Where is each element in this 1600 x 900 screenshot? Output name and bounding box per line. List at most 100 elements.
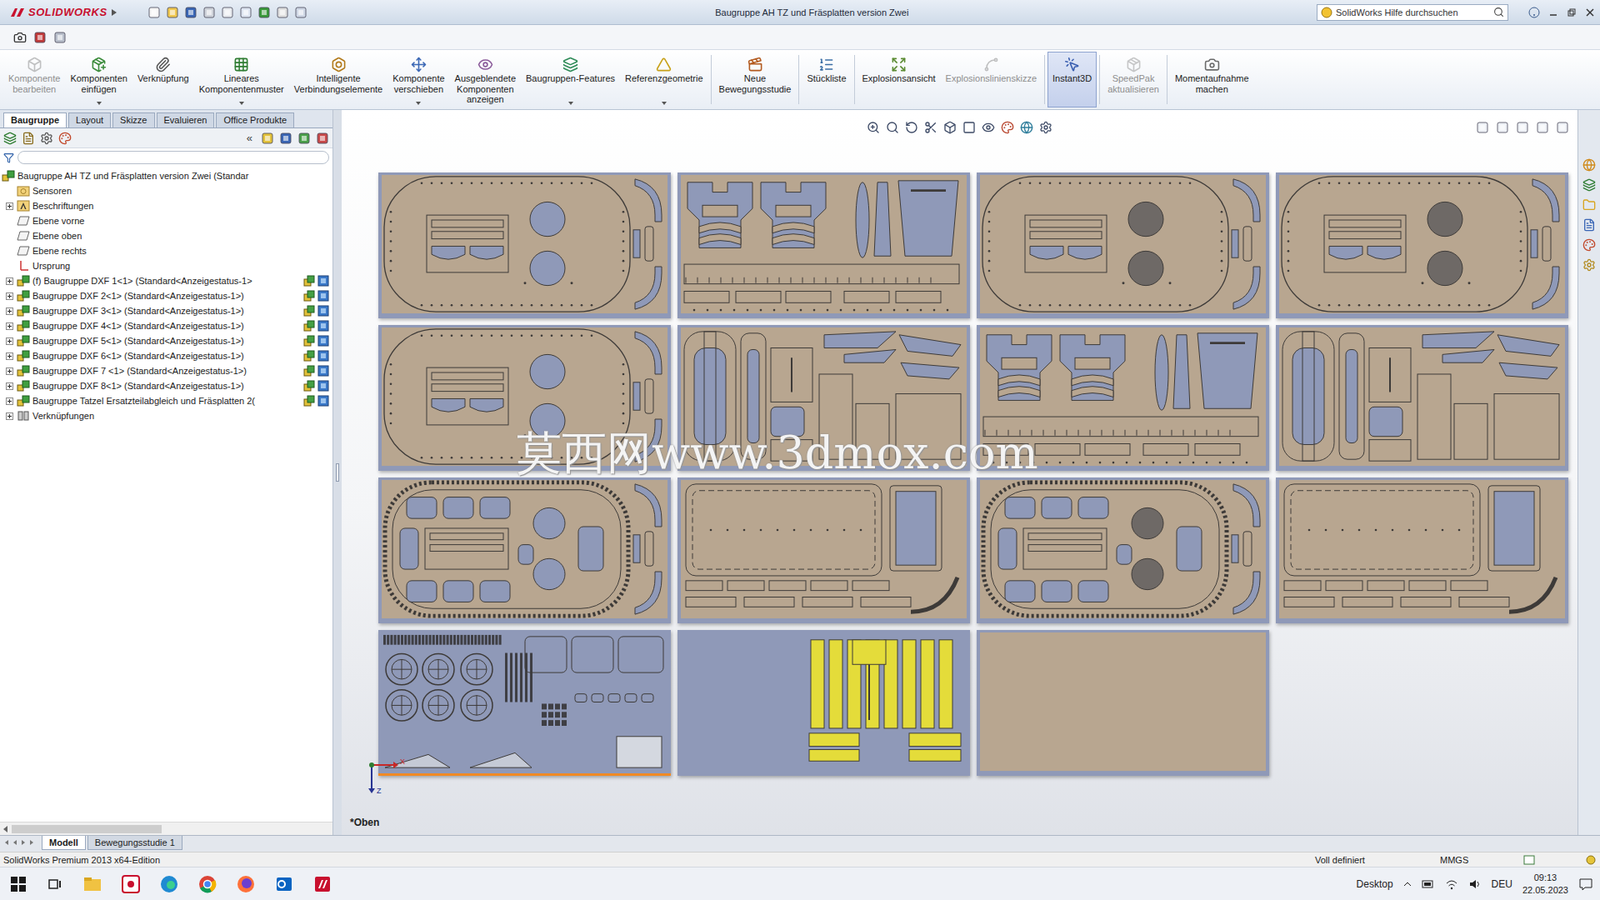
display-style-icon[interactable] [962, 120, 976, 135]
appearance-state-icon[interactable] [317, 290, 330, 302]
tree-item[interactable]: Beschriftungen [0, 198, 333, 214]
tree-item[interactable]: Ebene oben [0, 228, 333, 244]
outlook-app-icon[interactable] [275, 875, 294, 894]
collapse-button[interactable]: « [243, 131, 256, 145]
command-tab[interactable]: Skizze [112, 112, 155, 128]
nesting-sheet[interactable] [677, 172, 970, 319]
view-assembly-icon[interactable] [260, 131, 275, 145]
tree-expander[interactable] [5, 381, 15, 391]
nesting-sheet[interactable] [378, 325, 671, 471]
help-search-field[interactable]: SolidWorks Hilfe durchsuchen [1316, 4, 1509, 21]
tree-item[interactable]: Sensoren [0, 183, 333, 199]
appearance-state-icon[interactable] [317, 320, 330, 332]
display-mode-icon[interactable] [303, 380, 315, 392]
save-icon[interactable] [184, 5, 198, 20]
tree-expander[interactable] [5, 396, 15, 406]
display-mode-icon[interactable] [303, 320, 315, 332]
select-icon[interactable] [239, 5, 253, 20]
dropdown-caret[interactable] [415, 101, 421, 105]
tree-item[interactable]: Ebene vorne [0, 213, 333, 229]
plus-icon[interactable] [5, 307, 14, 315]
display-mode-icon[interactable] [303, 395, 315, 407]
restore-icon[interactable] [1566, 7, 1577, 18]
record-icon[interactable] [33, 30, 47, 45]
nav-left-icon[interactable] [3, 839, 10, 846]
tree-expander[interactable] [5, 276, 15, 286]
desktop-toolbar[interactable]: Desktop [1356, 878, 1394, 890]
filter-icon[interactable] [3, 152, 15, 164]
view-orientation-icon[interactable] [943, 120, 957, 135]
ribbon-button[interactable]: Komponenten einfügen [65, 51, 133, 108]
close-icon[interactable] [1585, 7, 1595, 18]
split-view-icon[interactable] [1475, 120, 1490, 135]
nesting-sheet[interactable] [976, 477, 1270, 624]
appearance-state-icon[interactable] [317, 365, 330, 377]
configuration-icon[interactable] [40, 131, 54, 145]
ribbon-button[interactable]: Stückliste [801, 51, 851, 108]
nesting-sheet[interactable] [677, 325, 970, 471]
view-part-icon[interactable] [279, 131, 293, 145]
minimize-icon[interactable] [1548, 7, 1559, 18]
chrome-app-icon[interactable] [198, 875, 217, 894]
app-logo[interactable]: SOLIDWORKS [5, 2, 123, 23]
tree-expander[interactable] [5, 411, 15, 421]
command-tab[interactable]: Evaluieren [156, 112, 215, 128]
status-help-icon[interactable] [1523, 855, 1535, 865]
plus-icon[interactable] [5, 202, 14, 210]
appearance-state-icon[interactable] [317, 380, 330, 392]
undo-icon[interactable] [220, 5, 235, 20]
ribbon-button[interactable]: Baugruppen-Features [520, 51, 620, 108]
plus-icon[interactable] [5, 337, 14, 345]
tree-item[interactable]: Baugruppe DXF 5<1> (Standard<Anzeigestat… [0, 333, 333, 349]
appearance-state-icon[interactable] [317, 335, 330, 347]
notifications-icon[interactable] [1578, 877, 1594, 891]
help-menu-icon[interactable] [1528, 6, 1540, 19]
edge-app-icon[interactable] [160, 875, 179, 894]
menu-arrow-icon[interactable] [110, 8, 118, 17]
options-icon[interactable] [294, 5, 308, 20]
nesting-sheet[interactable] [677, 630, 970, 776]
dropdown-caret[interactable] [239, 101, 245, 105]
tree-item[interactable]: Baugruppe DXF 6<1> (Standard<Anzeigestat… [0, 348, 333, 364]
tree-item[interactable]: Verknüpfungen [0, 408, 333, 424]
tree-item[interactable]: Baugruppe DXF 7 <1> (Standard<Anzeigesta… [0, 363, 333, 379]
tree-expander[interactable] [5, 291, 15, 301]
ribbon-button[interactable]: Referenzgeometrie [620, 51, 709, 108]
ribbon-button[interactable]: Intelligente Verbindungselemente [289, 51, 388, 108]
scroll-left-icon[interactable] [1, 825, 10, 834]
nesting-sheet[interactable] [976, 630, 1270, 776]
filter-field[interactable] [17, 150, 330, 165]
ribbon-button[interactable]: Komponente verschieben [387, 51, 450, 108]
feature-tree-icon[interactable] [3, 131, 17, 145]
design-library-icon[interactable] [1582, 178, 1596, 192]
command-tab[interactable]: Layout [68, 112, 111, 128]
plus-icon[interactable] [5, 367, 14, 375]
file-properties-icon[interactable] [275, 5, 290, 20]
nesting-sheet[interactable] [378, 630, 671, 776]
input-language[interactable]: DEU [1491, 878, 1513, 890]
open-file-icon[interactable] [165, 5, 180, 20]
new-file-icon[interactable] [147, 5, 161, 20]
plus-icon[interactable] [5, 352, 14, 360]
nav-left-icon[interactable] [11, 839, 19, 846]
nesting-sheet[interactable] [677, 477, 970, 624]
wifi-icon[interactable] [1445, 878, 1459, 890]
tree-item[interactable]: Baugruppe DXF 8<1> (Standard<Anzeigestat… [0, 378, 333, 394]
tree-item[interactable]: Baugruppe AH TZ und Fräsplatten version … [0, 168, 333, 184]
dropdown-caret[interactable] [661, 101, 667, 105]
tree-expander[interactable] [5, 366, 15, 376]
splitter-handle[interactable] [335, 463, 340, 482]
model-tab[interactable]: Modell [41, 835, 86, 850]
tree-item[interactable]: Ebene rechts [0, 243, 333, 259]
acrobat-app-icon[interactable] [121, 875, 140, 894]
viewport-restore-icon[interactable] [1535, 120, 1550, 135]
display-mode-icon[interactable] [303, 275, 315, 287]
dropdown-caret[interactable] [96, 101, 102, 105]
nesting-sheet[interactable] [1275, 477, 1569, 624]
ribbon-button[interactable]: Komponente bearbeiten [3, 51, 65, 108]
tree-item[interactable]: Baugruppe DXF 4<1> (Standard<Anzeigestat… [0, 318, 333, 334]
hide-show-icon[interactable] [981, 120, 995, 135]
rebuild-status-icon[interactable] [1585, 855, 1597, 865]
task-view-icon[interactable] [46, 875, 64, 893]
tree-expander[interactable] [5, 336, 15, 346]
